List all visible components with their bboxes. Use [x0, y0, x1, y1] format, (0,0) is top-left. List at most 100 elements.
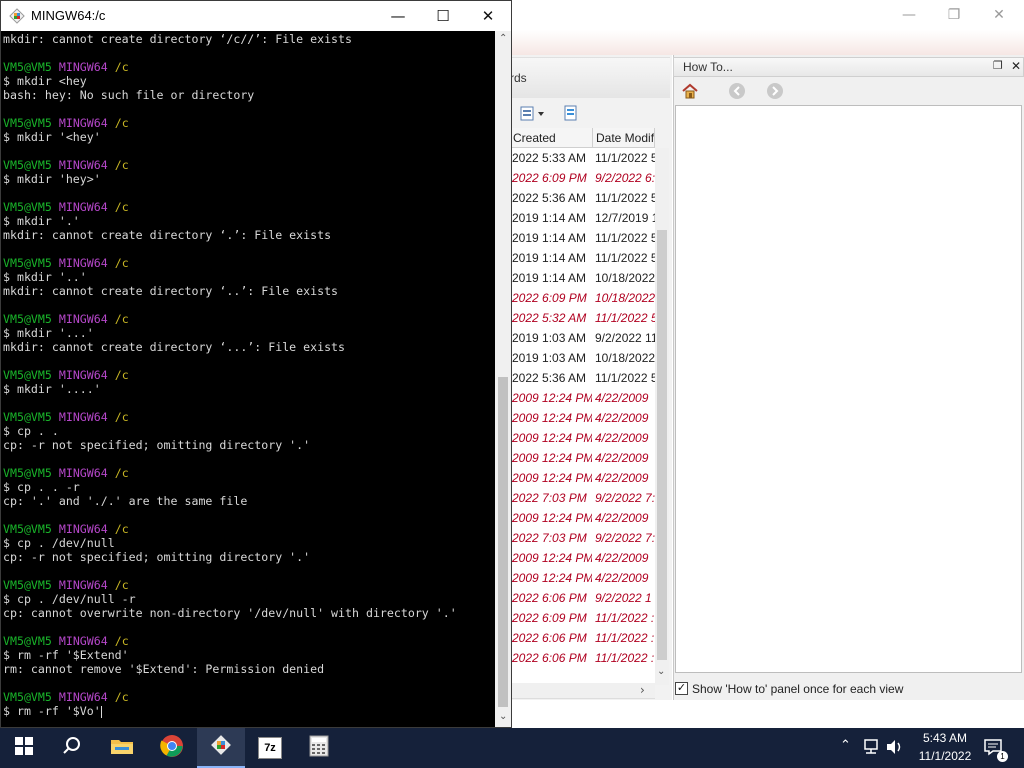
file-list[interactable]: Created Date Modif 2022 5:33 AM 11/1/2022…: [510, 128, 655, 699]
notification-count-badge: 1: [997, 751, 1008, 762]
file-list-row[interactable]: 2022 7:03 PM 9/2/2022 7:: [510, 488, 655, 508]
scroll-right-arrow-icon[interactable]: ›: [640, 683, 645, 697]
view-options-icon[interactable]: [520, 104, 544, 122]
howto-content: [675, 105, 1022, 673]
file-list-scroll-thumb[interactable]: [657, 230, 667, 660]
background-restore-button[interactable]: ❐: [931, 0, 977, 30]
home-icon[interactable]: [681, 82, 699, 105]
background-close-button[interactable]: ✕: [976, 0, 1022, 30]
file-list-row[interactable]: 2022 6:09 PM 11/1/2022 :: [510, 608, 655, 628]
file-list-row[interactable]: 2009 12:24 PM 4/22/2009: [510, 448, 655, 468]
terminal-line: $ rm -rf '$Vo': [3, 704, 102, 718]
chrome-icon: [160, 734, 184, 763]
file-list-row[interactable]: 2022 6:06 PM 11/1/2022 :: [510, 628, 655, 648]
terminal-scroll-thumb[interactable]: [498, 377, 508, 707]
howto-show-once-checkbox[interactable]: ✓: [675, 682, 688, 695]
terminal-line: $ mkdir '..': [3, 270, 87, 284]
terminal-line: rm: cannot remove '$Extend': Permission …: [3, 662, 325, 676]
cell-date-modified: 9/2/2022 7:: [595, 531, 655, 545]
background-minimize-button[interactable]: —: [886, 0, 932, 30]
view-tab-label: rds: [510, 71, 527, 85]
howto-undock-icon[interactable]: ❐: [993, 59, 1003, 72]
clock-date[interactable]: 11/1/2022: [916, 749, 974, 763]
file-list-row[interactable]: 2009 12:24 PM 4/22/2009: [510, 408, 655, 428]
clock-time[interactable]: 5:43 AM: [916, 731, 974, 745]
file-list-horizontal-scrollbar[interactable]: [512, 683, 655, 698]
terminal-prompt: VM5@VM5 MINGW64 /c: [3, 60, 129, 74]
cell-created: 2022 6:09 PM: [512, 291, 587, 305]
cell-date-modified: 4/22/2009: [595, 571, 649, 585]
file-list-row[interactable]: 2009 12:24 PM 4/22/2009: [510, 468, 655, 488]
taskbar-git-bash[interactable]: [197, 728, 245, 768]
terminal-minimize-button[interactable]: —: [375, 1, 421, 31]
howto-close-icon[interactable]: ✕: [1011, 59, 1021, 73]
terminal-scroll-down-icon[interactable]: ⌄: [499, 711, 507, 722]
file-list-row[interactable]: 2019 1:03 AM 10/18/2022: [510, 348, 655, 368]
terminal-maximize-button[interactable]: ☐: [420, 1, 466, 31]
file-list-row[interactable]: 2009 12:24 PM 4/22/2009: [510, 548, 655, 568]
calculator-icon: [308, 735, 330, 762]
terminal-line: $ rm -rf '$Extend': [3, 648, 129, 662]
cell-date-modified: 10/18/2022: [595, 271, 655, 285]
terminal-output[interactable]: mkdir: cannot create directory ‘/c//’: F…: [3, 31, 495, 727]
git-bash-icon: [209, 733, 233, 762]
column-header-date-modified[interactable]: Date Modif: [593, 128, 655, 148]
file-list-row[interactable]: 2009 12:24 PM 4/22/2009: [510, 508, 655, 528]
terminal-prompt: VM5@VM5 MINGW64 /c: [3, 522, 129, 536]
cell-date-modified: 11/1/2022 :: [595, 611, 655, 625]
terminal-line: $ mkdir <hey: [3, 74, 87, 88]
cell-created: 2022 7:03 PM: [512, 491, 587, 505]
terminal-line: mkdir: cannot create directory ‘...’: Fi…: [3, 340, 346, 354]
search-button[interactable]: [48, 728, 96, 768]
column-header-created[interactable]: Created: [510, 128, 593, 148]
file-list-row[interactable]: 2019 1:14 AM 11/1/2022 5: [510, 228, 655, 248]
start-button[interactable]: [0, 728, 48, 768]
terminal-prompt: VM5@VM5 MINGW64 /c: [3, 116, 129, 130]
terminal-close-button[interactable]: ✕: [465, 1, 511, 31]
terminal-prompt: VM5@VM5 MINGW64 /c: [3, 312, 129, 326]
terminal-scroll-up-icon[interactable]: ⌃: [499, 33, 507, 44]
file-list-row[interactable]: 2022 5:33 AM 11/1/2022 5: [510, 148, 655, 168]
terminal-title: MINGW64:/c: [31, 8, 106, 23]
cell-created: 2019 1:14 AM: [512, 251, 587, 265]
forward-arrow-icon[interactable]: [766, 82, 784, 105]
taskbar-chrome[interactable]: [148, 728, 196, 768]
back-arrow-icon[interactable]: [728, 82, 746, 105]
file-list-row[interactable]: 2019 1:14 AM 11/1/2022 5: [510, 248, 655, 268]
terminal-line: cp: -r not specified; omitting directory…: [3, 438, 311, 452]
terminal-prompt: VM5@VM5 MINGW64 /c: [3, 634, 129, 648]
file-list-row[interactable]: 2022 6:09 PM 10/18/2022: [510, 288, 655, 308]
show-hidden-icons-icon[interactable]: ⌃: [840, 738, 851, 753]
file-list-row[interactable]: 2009 12:24 PM 4/22/2009: [510, 388, 655, 408]
taskbar-7zip[interactable]: 7z: [246, 728, 294, 768]
properties-icon[interactable]: [562, 104, 580, 122]
file-list-row[interactable]: 2022 6:09 PM 9/2/2022 6:: [510, 168, 655, 188]
terminal-line: $ cp . .: [3, 424, 59, 438]
cell-created: 2022 7:03 PM: [512, 531, 587, 545]
cell-date-modified: 4/22/2009: [595, 411, 649, 425]
scroll-down-arrow-icon[interactable]: ⌄: [657, 666, 665, 677]
file-list-row[interactable]: 2022 5:36 AM 11/1/2022 5: [510, 368, 655, 388]
terminal-window[interactable]: MINGW64:/c — ☐ ✕ mkdir: cannot create di…: [0, 0, 512, 728]
volume-icon[interactable]: [886, 739, 904, 759]
file-list-row[interactable]: 2022 7:03 PM 9/2/2022 7:: [510, 528, 655, 548]
cell-created: 2009 12:24 PM: [512, 411, 592, 425]
file-list-row[interactable]: 2019 1:03 AM 9/2/2022 11: [510, 328, 655, 348]
network-icon[interactable]: [862, 739, 880, 759]
cell-date-modified: 4/22/2009: [595, 551, 649, 565]
file-list-row[interactable]: 2009 12:24 PM 4/22/2009: [510, 428, 655, 448]
file-list-row[interactable]: 2022 5:32 AM 11/1/2022 5: [510, 308, 655, 328]
terminal-prompt: VM5@VM5 MINGW64 /c: [3, 368, 129, 382]
taskbar-calculator[interactable]: [295, 728, 343, 768]
file-list-row[interactable]: 2019 1:14 AM 12/7/2019 1: [510, 208, 655, 228]
terminal-line: $ mkdir 'hey>': [3, 172, 101, 186]
file-list-row[interactable]: 2009 12:24 PM 4/22/2009: [510, 568, 655, 588]
file-list-row[interactable]: 2022 6:06 PM 11/1/2022 :: [510, 648, 655, 668]
cell-date-modified: 10/18/2022: [595, 291, 655, 305]
file-list-row[interactable]: 2019 1:14 AM 10/18/2022: [510, 268, 655, 288]
taskbar-file-explorer[interactable]: [98, 728, 146, 768]
file-list-row[interactable]: 2022 5:36 AM 11/1/2022 5: [510, 188, 655, 208]
file-list-row[interactable]: 2022 6:06 PM 9/2/2022 1: [510, 588, 655, 608]
view-tab[interactable]: [512, 57, 670, 98]
cell-created: 2009 12:24 PM: [512, 551, 592, 565]
